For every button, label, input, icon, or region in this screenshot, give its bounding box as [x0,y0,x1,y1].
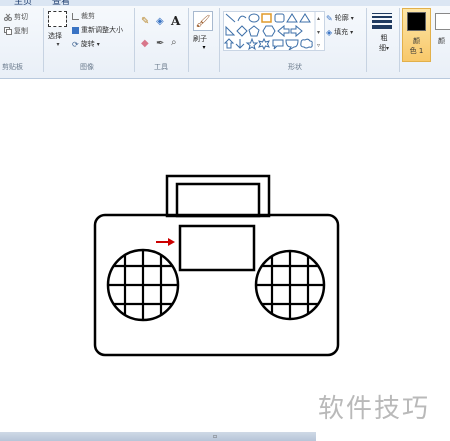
line-width-icon [372,13,392,29]
rotate-button[interactable]: ⟳ 旋转 ▾ [72,39,100,49]
crop-label: 裁剪 [81,12,95,20]
rounded-rectangle-shape-icon [274,13,285,23]
oval-shape-icon [248,13,260,23]
shapes-gallery: ▴ ▾ ▿ [223,11,325,51]
scroll-up-icon: ▴ [317,15,320,22]
ribbon: 主页 查看 剪切 复制 剪贴板 选择 ▾ 裁剪 重新调整大小 ⟳ 旋转 ▾ 图像… [0,0,450,79]
size-button[interactable]: 粗 细▾ [372,11,396,59]
handle-inner [175,182,261,218]
fill-bucket-icon[interactable]: ◈ [156,16,164,27]
red-arrow-icon [156,238,175,246]
outline-icon: ✎ [326,13,333,23]
expand-gallery-icon: ▿ [317,42,320,49]
brush-icon: 🖌 [193,11,213,31]
chevron-down-icon: ▾ [56,41,60,48]
left-arrow-shape-icon [290,24,303,38]
fill-icon: ◈ [326,27,333,37]
outline-label: 轮廓 [334,14,349,22]
cut-button[interactable]: 剪切 [4,12,28,22]
copy-icon [4,27,12,35]
eraser-icon[interactable]: ◆ [141,38,149,49]
callout-rectangle-shape-icon [272,39,284,50]
separator [366,8,367,72]
star-shape-icon [245,37,259,51]
chevron-down-icon: ▾ [202,44,206,51]
select-icon [48,11,67,27]
separator [43,8,44,72]
rectangle-shape-icon [261,13,272,23]
color2-button[interactable]: 颜 [432,9,450,59]
crop-icon [72,12,79,20]
radio-drawing [93,174,340,357]
chevron-down-icon: ▾ [385,45,389,52]
shapes-group-label: 形状 [288,63,302,71]
select-button[interactable]: 选择 ▾ [48,11,68,49]
tab-view[interactable]: 查看 [52,0,70,7]
up-arrow-shape-icon [223,38,235,49]
size-label-2: 细▾ [378,44,389,52]
color1-label-2: 色 1 [409,47,424,55]
six-point-star-shape-icon [258,37,270,51]
watermark: 软件技巧 [318,394,431,424]
separator [219,8,220,72]
polygon-shape-icon [286,13,298,23]
select-label: 选择 [48,32,62,40]
resize-handle-icon[interactable]: ▫ [213,433,217,440]
crop-button[interactable]: 裁剪 [72,11,95,21]
hexagon-shape-icon [262,25,276,37]
copy-button[interactable]: 复制 [4,26,28,36]
rotate-label: 旋转 [80,40,95,48]
color1-button[interactable]: 颜 色 1 [402,8,431,62]
copy-label: 复制 [14,27,28,35]
ribbon-tab-strip: 主页 查看 [0,0,450,7]
down-arrow-shape-icon [235,39,245,49]
cut-label: 剪切 [14,13,28,21]
separator [399,8,400,72]
size-label-1: 粗 [380,34,388,42]
shapes-gallery-grid: ▴ ▾ ▿ [223,12,320,51]
magnifier-icon[interactable]: ⌕ [171,37,177,48]
color-picker-icon[interactable]: ✒ [156,38,164,49]
handle-outer [165,174,271,218]
right-arrow-shape-icon [277,24,290,38]
resize-label: 重新调整大小 [81,26,123,34]
chevron-down-icon: ▾ [350,28,354,36]
pencil-icon[interactable]: ✎ [141,16,149,27]
triangle-shape-icon [299,13,311,23]
image-group-label: 图像 [80,63,94,71]
rotate-icon: ⟳ [72,39,79,49]
tab-home[interactable]: 主页 [14,0,32,7]
right-triangle-shape-icon [225,25,236,36]
fill-button[interactable]: ◈ 填充 ▾ [326,27,353,37]
scissors-icon [4,13,12,21]
separator [188,8,189,72]
scroll-down-icon: ▾ [317,29,320,36]
color1-label-1: 颜 [413,37,420,45]
separator [134,8,135,72]
clipboard-group-label: 剪贴板 [2,63,23,71]
color1-swatch [407,12,426,31]
curve-shape-icon [237,15,247,22]
text-tool-icon[interactable]: A [171,14,180,28]
chevron-down-icon: ▾ [96,40,100,48]
fill-label: 填充 [334,28,349,36]
brush-button[interactable]: 🖌 刷子 ▾ [193,11,215,56]
tools-group-label: 工具 [154,63,168,71]
callout-oval-shape-icon [285,39,299,51]
horizontal-scrollbar[interactable] [0,432,316,441]
chevron-down-icon: ▾ [350,14,354,22]
color2-label: 颜 [438,37,445,45]
drawing-canvas[interactable] [0,79,450,432]
radio-display [178,224,256,272]
pentagon-shape-icon [248,25,260,37]
color2-swatch [435,13,450,30]
cloud-shape-icon [300,38,313,49]
line-shape-icon [225,13,236,23]
outline-button[interactable]: ✎ 轮廓 ▾ [326,13,354,23]
resize-icon [72,26,79,34]
resize-button[interactable]: 重新调整大小 [72,25,123,35]
brush-label: 刷子 [193,35,207,43]
diamond-shape-icon [236,25,248,37]
